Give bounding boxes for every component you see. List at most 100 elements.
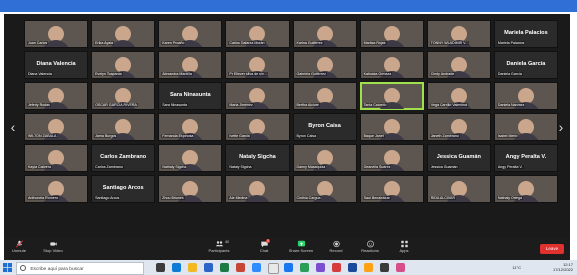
windows-start-icon[interactable] <box>3 263 12 272</box>
participant-tile[interactable]: Katiuska Ormaza <box>359 51 424 79</box>
participant-tile[interactable]: Erika Ayala <box>91 20 156 48</box>
participant-tile[interactable]: Alexandra Mantilla <box>158 51 223 79</box>
participant-name-label: Baque Janet <box>362 134 385 138</box>
participant-video-feed <box>511 87 540 109</box>
participant-video-feed <box>176 180 205 202</box>
taskbar-clock[interactable]: 12:17 17/12/2022 <box>553 262 573 272</box>
participant-video-feed <box>444 87 473 109</box>
participant-display-name: Carlos Zambrano <box>100 153 147 160</box>
word-app-icon[interactable] <box>204 263 213 272</box>
participant-tile[interactable]: OSCAR GARCIA RIVERA <box>91 82 156 110</box>
task-view-icon[interactable] <box>156 263 165 272</box>
participant-tile[interactable]: Jeferly Rodas <box>24 82 89 110</box>
teams-app-icon[interactable] <box>348 263 357 272</box>
excel-app-icon[interactable] <box>220 263 229 272</box>
share-screen-button[interactable]: Share Screen <box>286 240 316 253</box>
participant-video-feed <box>377 118 406 140</box>
store-app-icon[interactable] <box>364 263 373 272</box>
edge-browser-icon[interactable] <box>172 263 181 272</box>
participant-tile[interactable]: Geanella Suarez <box>359 144 424 172</box>
chat-button[interactable]: Chat 5 <box>254 239 274 253</box>
participant-tile[interactable]: Nathaly Ortega <box>493 175 558 203</box>
participant-tile[interactable]: Maritza Rojas <box>359 20 424 48</box>
participant-tile[interactable]: Gabriela Gutiérrez <box>292 51 357 79</box>
whatsapp-app-icon[interactable] <box>300 263 309 272</box>
app-icon[interactable] <box>380 263 389 272</box>
app-icon[interactable] <box>396 263 405 272</box>
participant-tile[interactable]: Anthonela Romero <box>24 175 89 203</box>
participant-tile[interactable]: Juan Carlos <box>24 20 89 48</box>
previous-page-arrow-icon[interactable]: ‹ <box>8 118 18 136</box>
record-button[interactable]: Record <box>324 240 348 253</box>
unmute-button[interactable]: Unmute <box>8 240 30 253</box>
participant-tile[interactable]: Isabel Merlo <box>493 113 558 141</box>
participant-tile[interactable]: Mariela Palacios Mariela Palacios <box>493 20 558 48</box>
participant-tile[interactable]: Fernanda Espinosa <box>158 113 223 141</box>
participant-name-label: Anthonela Romero <box>27 196 59 200</box>
social-app-icon[interactable] <box>284 263 293 272</box>
participant-tile[interactable]: Janeth Zambrano <box>426 113 491 141</box>
participant-tile[interactable]: Baque Janet <box>359 113 424 141</box>
reactions-button[interactable]: Reactions <box>356 240 384 253</box>
participant-tile[interactable]: Byron Caisa Byron Caisa <box>292 113 357 141</box>
participant-tile[interactable]: Karen Proaño <box>158 20 223 48</box>
search-placeholder: Escribe aquí para buscar <box>30 267 84 272</box>
participant-tile[interactable]: WILTON ZABALA <box>24 113 89 141</box>
participant-tile[interactable]: Daniela García Daniela García <box>493 51 558 79</box>
participant-tile[interactable]: Saul Benalcázar <box>359 175 424 203</box>
participant-tile[interactable]: Bertha Alcívar <box>292 82 357 110</box>
participants-button[interactable]: Participants 40 <box>204 240 234 253</box>
participant-tile[interactable]: Daniela Narvaez <box>493 82 558 110</box>
participant-tile[interactable]: Cinthia Cargua <box>292 175 357 203</box>
apps-button[interactable]: Apps <box>394 240 414 253</box>
stop-video-button[interactable]: Stop Video <box>40 240 66 253</box>
taskbar-search-box[interactable]: Escribe aquí para buscar <box>16 262 144 275</box>
meeting-toolbar: Unmute Stop Video Participants 40 Chat 5… <box>4 238 570 260</box>
leave-button[interactable]: Leave <box>540 244 564 254</box>
zoom-app-icon[interactable] <box>252 263 261 272</box>
participant-tile[interactable]: Carlos Galarza Morán <box>225 20 290 48</box>
participant-tile[interactable]: Vega Carrillo Valentina <box>426 82 491 110</box>
participant-tile[interactable]: Sara Ninasunta Sara Ninasunta <box>158 82 223 110</box>
participant-tile[interactable]: Ale Medina <box>225 175 290 203</box>
participant-tile[interactable]: Zhou Briones <box>158 175 223 203</box>
powerpoint-app-icon[interactable] <box>236 263 245 272</box>
participant-tile[interactable]: Diana Valencia Diana Valencia <box>24 51 89 79</box>
participant-video-feed <box>243 87 272 109</box>
participant-video-feed <box>377 56 406 78</box>
participant-video-feed <box>109 56 138 78</box>
file-explorer-icon[interactable] <box>188 263 197 272</box>
participant-tile[interactable]: Evelyn Toapanta <box>91 51 156 79</box>
window-top-bar <box>0 0 577 12</box>
participant-tile[interactable]: Nathaly Sigcha <box>158 144 223 172</box>
participants-icon <box>215 241 223 247</box>
gallery-view: ‹ Juan Carlos Erika Ayala Karen Proaño Carl… <box>4 14 570 238</box>
participant-tile[interactable]: Ivette Garcia <box>225 113 290 141</box>
participant-tile[interactable]: Kayla Cabrera <box>24 144 89 172</box>
participant-tile[interactable]: Danny Masaquiza <box>292 144 357 172</box>
weather-temperature[interactable]: 11°C <box>512 265 521 270</box>
participant-tile[interactable]: Tania Caicedo <box>359 82 424 110</box>
participant-tile[interactable]: Cindy Andrade <box>426 51 491 79</box>
next-page-arrow-icon[interactable]: › <box>556 118 566 136</box>
participant-tile[interactable]: Santiago Arcos Santiago Arcos <box>91 175 156 203</box>
participant-tile[interactable]: Nataly Sigcha Nataly Sigcha <box>225 144 290 172</box>
participant-tile[interactable]: TONNY WLADIMIR V... <box>426 20 491 48</box>
participant-tile[interactable]: Maria Jiménez <box>225 82 290 110</box>
apps-label: Apps <box>399 248 409 253</box>
chrome-browser-icon[interactable] <box>268 263 279 274</box>
participant-name-label: Karina Gutiérrez <box>295 41 324 45</box>
participant-tile[interactable]: RIDA ALCIVAR <box>426 175 491 203</box>
share-screen-label: Share Screen <box>288 248 314 253</box>
media-app-icon[interactable] <box>316 263 325 272</box>
participant-tile[interactable]: Jessica Guamán Jessica Guamán <box>426 144 491 172</box>
participant-name-label: Cinthia Cargua <box>295 196 322 200</box>
participant-tile[interactable]: Karina Gutiérrez <box>292 20 357 48</box>
participant-tile[interactable]: Carlos Zambrano Carlos Zambrano <box>91 144 156 172</box>
participant-tile[interactable]: Jama Burgos <box>91 113 156 141</box>
participant-tile[interactable]: Angy Peralta V. Angy Peralta V. <box>493 144 558 172</box>
app-icon[interactable] <box>332 263 341 272</box>
participant-tile[interactable]: Pr Eliezer silva de sin... <box>225 51 290 79</box>
participant-video-feed <box>109 25 138 47</box>
participant-video-feed <box>444 25 473 47</box>
